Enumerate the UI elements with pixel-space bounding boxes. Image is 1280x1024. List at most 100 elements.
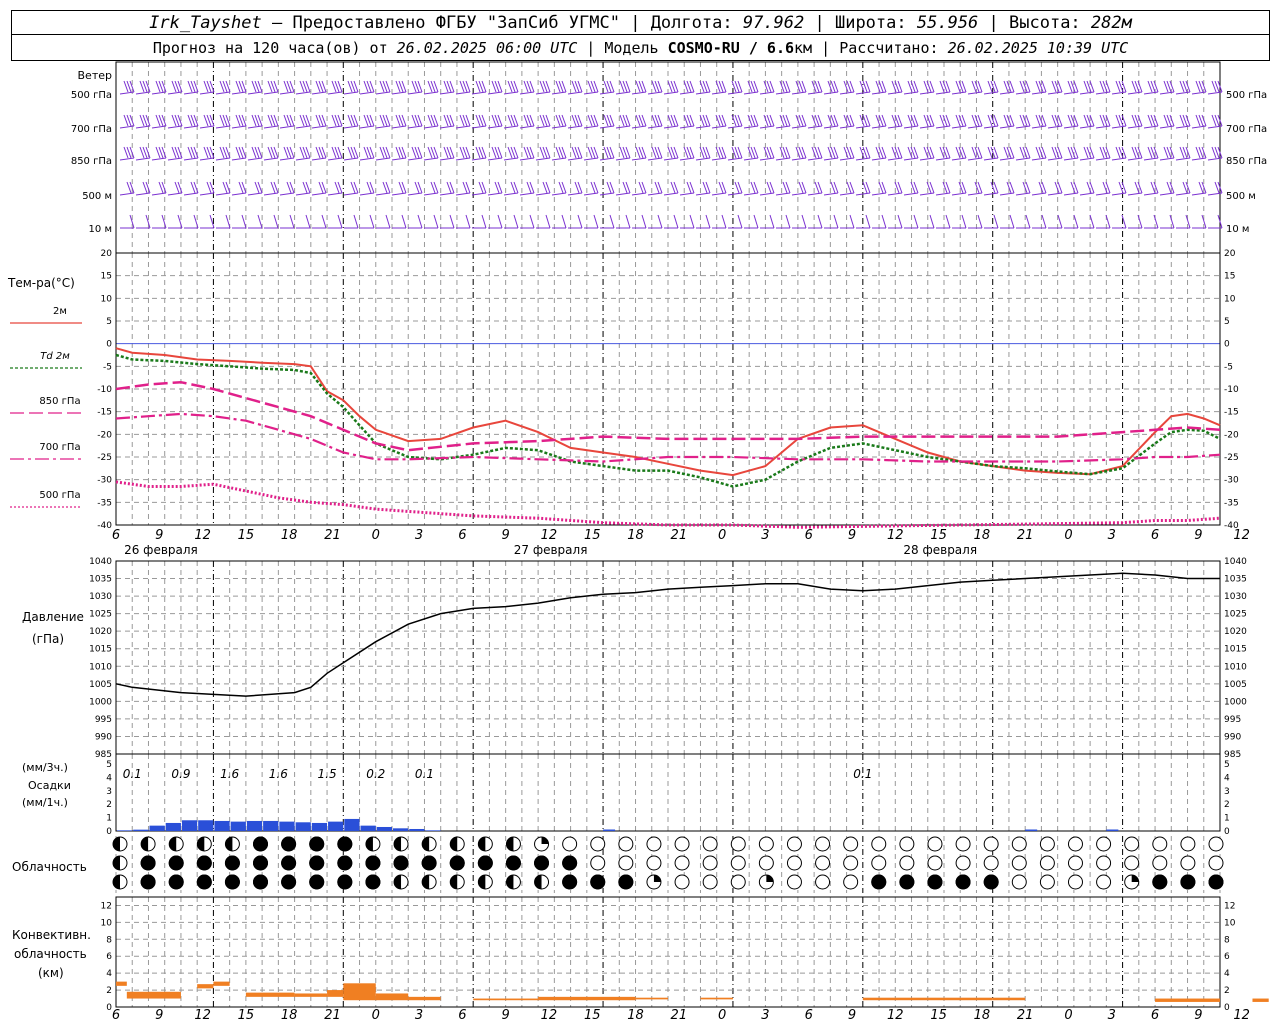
wind-barb-staff xyxy=(999,91,1015,95)
conv-title1: Конвективн. xyxy=(12,928,91,942)
wind-barb-staff xyxy=(263,157,279,161)
wind-barb-staff xyxy=(151,125,167,129)
precip-total-label: 0.9 xyxy=(171,767,190,781)
temp-ytick-left: 15 xyxy=(101,272,112,282)
wind-barb-staff xyxy=(199,91,215,95)
conv-cloud-bar xyxy=(992,997,1026,1001)
wind-barb xyxy=(497,214,503,229)
pressure-ytick-left: 1005 xyxy=(89,680,112,690)
wind-barb-staff xyxy=(647,91,663,95)
wind-barb-staff xyxy=(391,192,407,196)
conv-xtick: 0 xyxy=(372,1008,380,1023)
temp-xtick: 15 xyxy=(930,528,947,543)
wind-barb-staff xyxy=(919,192,935,196)
wind-barb-staff xyxy=(903,157,919,161)
chart-dynamic: 500 гПа 500 гПа 700 гПа 700 гПа 850 гПа 850 г… xyxy=(10,61,1269,1023)
temp-xtick: 9 xyxy=(848,528,856,543)
wind-barb-staff xyxy=(983,157,999,161)
temp-xtick: 18 xyxy=(281,528,298,543)
wind-barb-staff xyxy=(711,157,727,161)
wind-barb-staff xyxy=(167,192,183,196)
temp-ytick-left: -10 xyxy=(97,385,112,395)
wind-barb-staff xyxy=(615,157,631,161)
wind-barb xyxy=(1073,214,1079,229)
cloud-cover-full xyxy=(168,874,184,890)
conv-cloud-bar xyxy=(116,981,127,986)
precip-total-label: 0.2 xyxy=(366,767,385,781)
cloud-cover-symbol xyxy=(646,855,662,871)
cloud-cover-full xyxy=(309,874,325,890)
wind-barb xyxy=(817,214,823,229)
wind-barb xyxy=(625,214,631,229)
conv-ytick-right: 8 xyxy=(1224,935,1230,945)
wind-barb xyxy=(721,214,727,229)
wind-level-label-right: 700 гПа xyxy=(1226,124,1267,135)
temp-title: Тем-ра(°C) xyxy=(7,276,75,290)
wind-barb-staff xyxy=(359,125,375,129)
wind-barb xyxy=(401,214,407,229)
wind-level-label: 500 м xyxy=(82,191,112,202)
wind-barb-staff xyxy=(935,157,951,161)
wind-barb-staff xyxy=(311,91,327,95)
wind-barb-staff xyxy=(1143,157,1159,161)
cloud-cover-full xyxy=(618,874,634,890)
cloud-cover-half xyxy=(113,837,120,851)
temp-ytick-right: -5 xyxy=(1224,362,1233,372)
conv-ytick-right: 4 xyxy=(1224,969,1230,979)
wind-barb xyxy=(369,214,375,229)
wind-barb-staff xyxy=(439,192,455,196)
wind-barb-staff xyxy=(231,125,247,129)
wind-barb-staff xyxy=(1111,157,1127,161)
wind-barb-staff xyxy=(167,157,183,161)
wind-barb-staff xyxy=(407,125,423,129)
temp-ytick-right: -10 xyxy=(1224,385,1239,395)
wind-level-label: 850 гПа xyxy=(71,156,112,167)
wind-barb-staff xyxy=(1111,91,1127,95)
cloud-cover-half xyxy=(113,856,120,870)
conv-ytick-left: 6 xyxy=(106,952,112,962)
cloud-cover-symbol xyxy=(730,836,746,852)
cloud-cover-half xyxy=(506,837,514,852)
precip-ytick-right: 1 xyxy=(1224,814,1230,824)
wind-barb xyxy=(273,214,279,229)
temp-xtick: 6 xyxy=(805,528,813,543)
wind-barb-staff xyxy=(1127,125,1143,129)
wind-barb-staff xyxy=(631,125,647,129)
wind-barb-staff xyxy=(951,192,967,196)
wind-barb-staff xyxy=(279,91,295,95)
cloud-cover-symbol xyxy=(1011,874,1027,890)
temp-xtick: 0 xyxy=(1064,528,1072,543)
wind-barb-staff xyxy=(871,192,887,196)
cloud-cover-symbol xyxy=(730,874,746,890)
temp-xtick: 21 xyxy=(324,528,341,543)
temp-xtick: 9 xyxy=(1194,528,1202,543)
temp-legend-label: 2м xyxy=(53,306,67,317)
wind-barb-staff xyxy=(615,125,631,129)
wind-barb-staff xyxy=(823,125,839,129)
cloud-cover-symbol xyxy=(815,874,831,890)
cloud-cover-full xyxy=(281,874,297,890)
wind-barb xyxy=(865,214,871,229)
conv-xtick: 12 xyxy=(1233,1008,1250,1023)
wind-barb xyxy=(1057,214,1063,229)
wind-barb xyxy=(1041,214,1047,229)
wind-barb-staff xyxy=(983,192,999,196)
cloud-cover-symbol xyxy=(955,855,971,871)
wind-barb xyxy=(945,214,951,229)
temp-legend-label: 700 гПа xyxy=(39,442,80,453)
cloud-cover-full xyxy=(365,855,381,871)
wind-barb-staff xyxy=(327,91,343,95)
wind-barb-staff xyxy=(599,125,615,129)
temp-ytick-right: 20 xyxy=(1224,249,1236,259)
wind-barb-staff xyxy=(471,125,487,129)
wind-barb-staff xyxy=(967,125,983,129)
wind-barb-staff xyxy=(231,91,247,95)
cloud-cover-symbol xyxy=(562,836,578,852)
precip-bar xyxy=(165,822,181,831)
wind-barb-staff xyxy=(311,125,327,129)
wind-barb-staff xyxy=(343,157,359,161)
wind-barb-staff xyxy=(1079,192,1095,196)
cloud-cover-symbol xyxy=(1208,836,1224,852)
wind-barb-staff xyxy=(535,192,551,196)
precip-ytick-right: 2 xyxy=(1224,800,1230,810)
